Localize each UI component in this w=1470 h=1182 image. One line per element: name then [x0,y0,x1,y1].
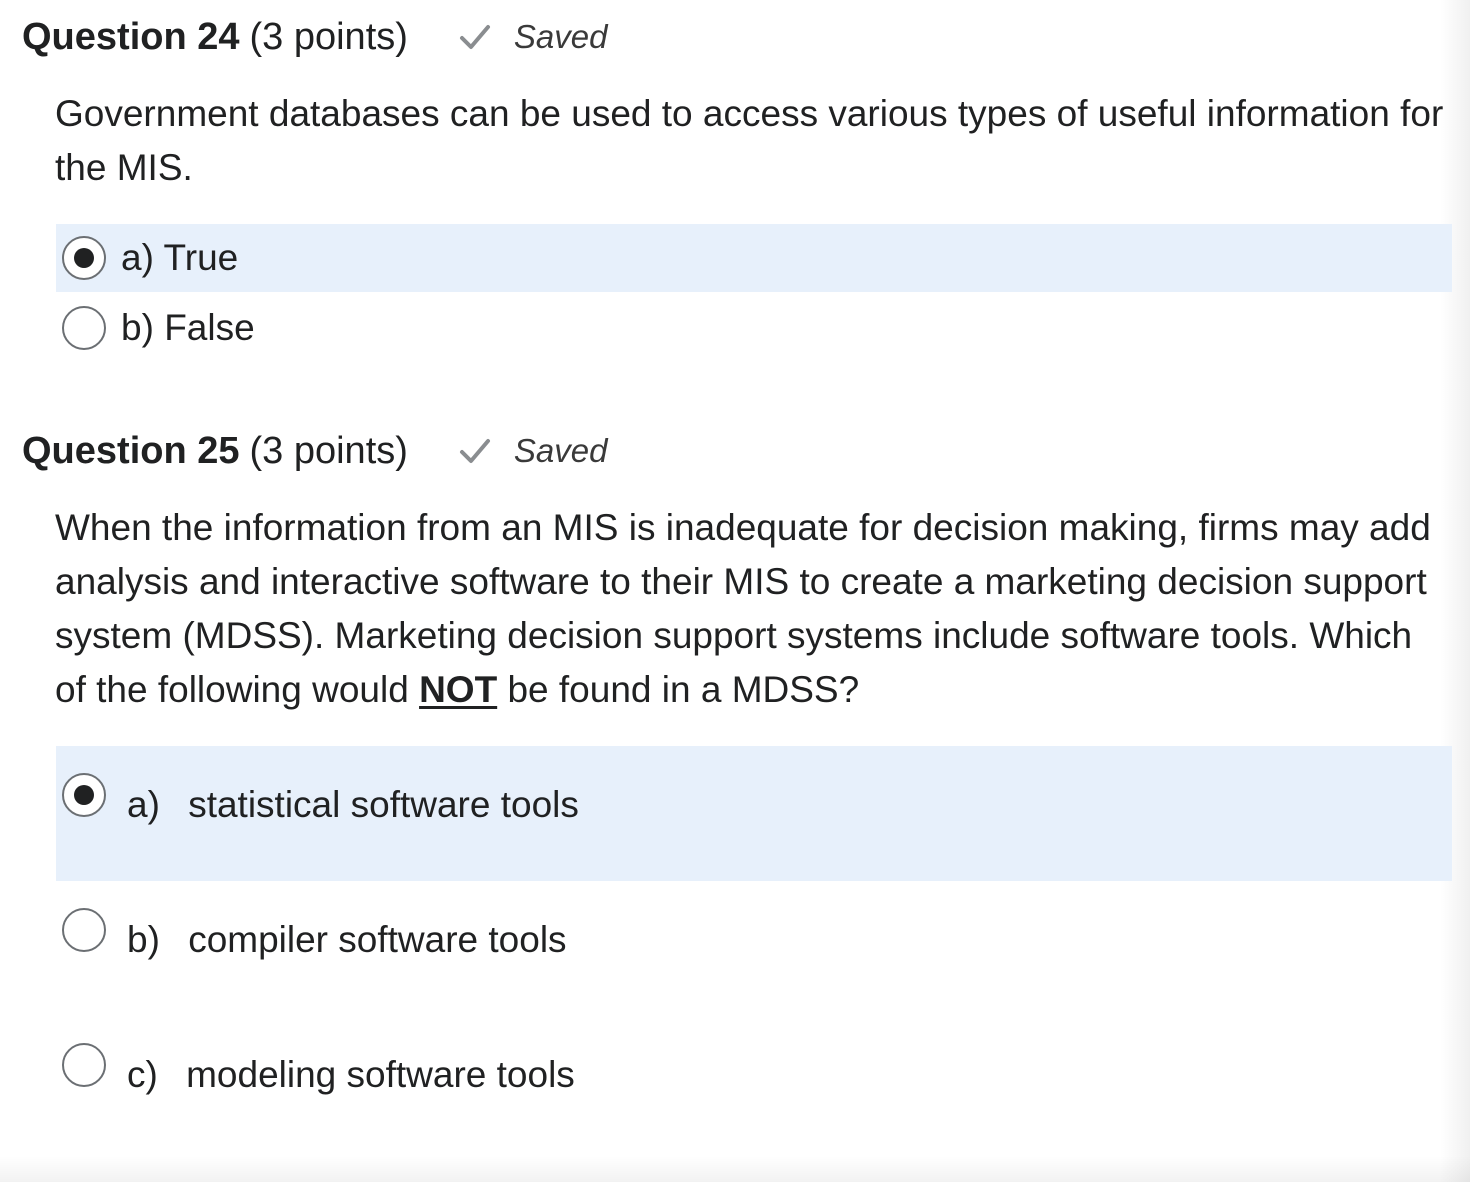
question-title: Question 24 [22,15,240,58]
option-label: b) compiler software tools [127,919,567,960]
question-header: Question 24 (3 points) Saved [22,12,607,62]
radio-button-selected[interactable] [62,773,106,817]
question-text: When the information from an MIS is inad… [55,507,1431,710]
question-points: (3 points) [249,15,408,58]
question-title: Question 25 [22,429,240,472]
radio-button[interactable] [62,1043,106,1087]
option-label: c) modeling software tools [127,1054,575,1095]
saved-label: Saved [513,18,608,55]
radio-button[interactable] [62,306,106,350]
radio-button[interactable] [62,908,106,952]
question-points: (3 points) [249,429,408,472]
saved-status: Saved [458,432,608,470]
option-b-compiler[interactable]: b) compiler software tools [56,881,1452,1016]
check-icon [458,436,492,466]
emphasis-not: NOT [419,669,498,710]
saved-status: Saved [458,18,608,56]
saved-label: Saved [513,432,608,469]
option-label: b) False [121,307,255,348]
question-text: Government databases can be used to acce… [55,93,1444,188]
option-label: a) True [121,237,239,278]
option-a-statistical[interactable]: a) statistical software tools [56,746,1452,881]
bottom-edge-shadow [0,1156,1470,1182]
option-c-modeling[interactable]: c) modeling software tools [56,1016,1452,1151]
option-b-false[interactable]: b) False [56,294,1452,362]
question-header: Question 25 (3 points) Saved [22,426,607,476]
check-icon [458,22,492,52]
radio-button-selected[interactable] [62,236,106,280]
option-a-true[interactable]: a) True [56,224,1452,292]
option-label: a) statistical software tools [127,784,579,825]
